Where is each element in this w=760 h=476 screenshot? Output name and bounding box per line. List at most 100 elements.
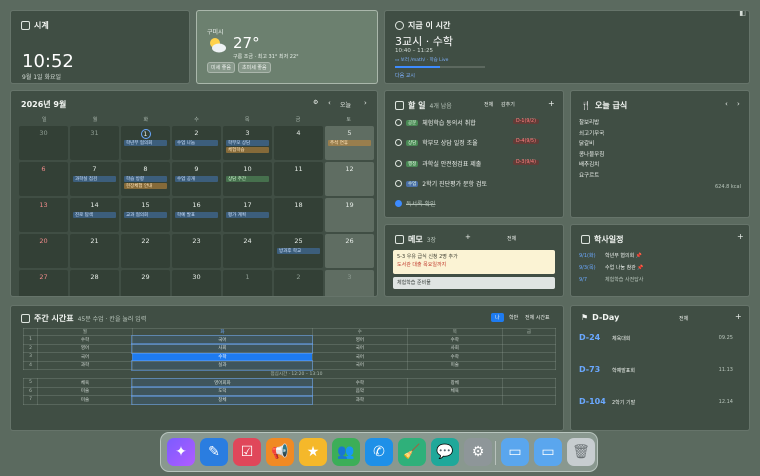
calendar-event[interactable]: 평가 계획 [226, 212, 269, 218]
calendar-day[interactable]: 17 평가 계획 [223, 198, 272, 232]
calendar-day[interactable]: 15 교과 협의회 [121, 198, 170, 232]
calendar-day[interactable]: 31 [70, 126, 119, 160]
calendar-day-today[interactable]: 1 학년부 협의회 [121, 126, 170, 160]
calendar-event[interactable]: 수업 나눔 [175, 140, 218, 146]
toggle-all-timetable[interactable]: 전체 시간표 [525, 314, 550, 321]
phone-app-icon[interactable]: ✆ [365, 438, 393, 466]
timetable-cell[interactable]: 영어 [311, 335, 408, 345]
calendar-day[interactable]: 18 [274, 198, 323, 232]
folder2-app-icon[interactable]: ▭ [534, 438, 562, 466]
timetable-cell[interactable]: 수학 [311, 378, 408, 388]
folder-app-icon[interactable]: ▭ [501, 438, 529, 466]
calendar-day[interactable]: 6 [19, 162, 68, 196]
timetable-cell[interactable] [406, 395, 503, 405]
calendar-day[interactable]: 14 진로 탐색 [70, 198, 119, 232]
todo-filter-all[interactable]: 전체 [484, 101, 493, 108]
todo-check[interactable] [395, 139, 402, 146]
calendar-day[interactable]: 25 방과후 학교 [274, 234, 323, 268]
calendar-day[interactable]: 26 [325, 234, 374, 268]
calendar-event[interactable]: 방과후 학교 [277, 248, 320, 254]
timetable-cell[interactable]: 영어 [37, 343, 133, 353]
calendar-day[interactable]: 8 학습 방향 현장체험 안내 [121, 162, 170, 196]
timetable-cell[interactable]: 수학 [37, 335, 133, 345]
timetable-cell[interactable]: 미술 [37, 386, 133, 396]
todo-filter-hide[interactable]: 감추기 [501, 101, 515, 108]
timetable-cell[interactable]: 국어 [311, 352, 408, 362]
timetable-cell[interactable]: 과학 [37, 360, 133, 370]
schedule-item[interactable]: 9/3(목) 수업 나눔 참관 📌 [579, 262, 644, 274]
calendar-day[interactable]: 5 추석 연휴 [325, 126, 374, 160]
calendar-event[interactable]: 현장체험 안내 [124, 183, 167, 189]
next-period-link[interactable]: 다음 교시 [395, 72, 415, 79]
timetable-cell[interactable]: 과학 [311, 395, 408, 405]
memo-note[interactable]: 5-3 우유 급식 신청 2명 추가 도서관 대출 목요일까지 [393, 250, 555, 274]
calendar-day[interactable]: 16 학예 발표 [172, 198, 221, 232]
dday-item[interactable]: D-104 2학기 기말 12.14 [579, 395, 741, 427]
pen-app-icon[interactable]: ✎ [200, 438, 228, 466]
chat-app-icon[interactable]: 💬 [431, 438, 459, 466]
calendar-day[interactable]: 23 [172, 234, 221, 268]
dday-item[interactable]: D-73 학예발표회 11.13 [579, 363, 741, 395]
timetable-cell[interactable]: 영어회화 [131, 377, 314, 388]
calendar-day[interactable]: 30 [172, 270, 221, 296]
todo-item[interactable]: 수업 2학기 진단평가 문항 검토 [395, 179, 487, 188]
dday-item[interactable]: D-24 체육대회 09.25 [579, 331, 741, 363]
calendar-day[interactable]: 22 [121, 234, 170, 268]
timetable-cell-current[interactable]: 수학 [131, 352, 313, 362]
calendar-event[interactable]: 학년부 협의회 [124, 140, 167, 146]
dday-all-link[interactable]: 전체 [679, 315, 688, 322]
schedule-add-button[interactable]: + [737, 232, 744, 241]
meal-prev-button[interactable]: ‹ [725, 100, 728, 108]
timetable-cell[interactable]: 미술 [37, 395, 133, 405]
timetable-cell[interactable] [501, 386, 557, 396]
calendar-day[interactable]: 13 [19, 198, 68, 232]
broom-app-icon[interactable]: 🧹 [398, 438, 426, 466]
trash-app-icon[interactable]: 🗑 [567, 438, 595, 466]
calendar-day[interactable]: 27 [19, 270, 68, 296]
calendar-day[interactable]: 29 [121, 270, 170, 296]
calendar-day[interactable]: 9 수업 공개 [172, 162, 221, 196]
timetable-cell[interactable]: 미술 [406, 360, 503, 370]
star-app-icon[interactable]: ★ [299, 438, 327, 466]
timetable-cell[interactable]: 체육 [37, 378, 133, 388]
calendar-event[interactable]: 수업 공개 [175, 176, 218, 182]
expand-icon[interactable]: ◧ [739, 11, 746, 17]
calendar-event[interactable]: 학부모 상담 [226, 140, 269, 146]
timetable-cell[interactable] [501, 343, 557, 353]
timetable-cell[interactable]: 국어 [311, 343, 408, 353]
schedule-item[interactable]: 9/1(화) 학년부 협의회 📌 [579, 250, 644, 262]
toggle-me[interactable]: 나 [491, 313, 504, 322]
timetable-cell[interactable]: 창체 [406, 378, 503, 388]
timetable-cell[interactable] [501, 360, 557, 370]
calendar-day[interactable]: 3 학부모 상담 체험학습 [223, 126, 272, 160]
calendar-day[interactable]: 11 [274, 162, 323, 196]
calendar-event[interactable]: 진로 탐색 [73, 212, 116, 218]
timetable-cell[interactable] [501, 395, 557, 405]
calendar-day[interactable]: 20 [19, 234, 68, 268]
calendar-event[interactable]: 교과 협의회 [124, 212, 167, 218]
timetable-cell[interactable] [501, 378, 557, 388]
memo-add-button[interactable]: + [465, 233, 471, 241]
todo-check[interactable] [395, 180, 402, 187]
dday-add-button[interactable]: + [735, 312, 742, 321]
calendar-settings-icon[interactable]: ⚙ [313, 99, 318, 106]
calendar-day[interactable]: 3 [325, 270, 374, 296]
timetable-cell[interactable]: 수학 [406, 335, 503, 345]
memo-all-link[interactable]: 전체 [507, 235, 516, 242]
todo-check-done[interactable] [395, 200, 402, 207]
timetable-cell[interactable]: 수학 [406, 352, 503, 362]
calendar-event[interactable]: 학예 발표 [175, 212, 218, 218]
todo-item-done[interactable]: 독서록 확인 [395, 199, 436, 208]
timetable-cell[interactable] [501, 352, 557, 362]
calendar-day[interactable]: 21 [70, 234, 119, 268]
timetable-cell[interactable]: 창체 [131, 394, 314, 405]
calendar-day[interactable]: 10 상담 주간 [223, 162, 272, 196]
calendar-day[interactable]: 2 수업 나눔 [172, 126, 221, 160]
meal-next-button[interactable]: › [737, 100, 740, 108]
calendar-day[interactable]: 1 [223, 270, 272, 296]
calendar-prev-button[interactable]: ‹ [328, 99, 331, 107]
calendar-event[interactable]: 체험학습 [226, 147, 269, 153]
todo-item[interactable]: 상담 학부모 상담 일정 조율 [395, 138, 478, 147]
megaphone-app-icon[interactable]: 📢 [266, 438, 294, 466]
calendar-day[interactable]: 7 과학실 점검 [70, 162, 119, 196]
